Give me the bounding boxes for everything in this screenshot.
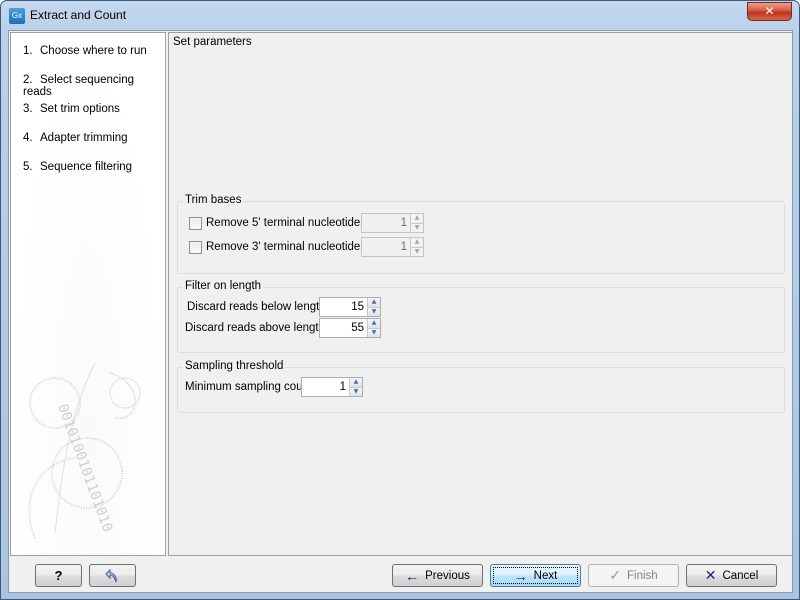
app-icon: Gx [9,8,25,24]
previous-label: Previous [425,569,470,582]
spinner-down-icon[interactable]: ▼ [368,307,380,316]
close-icon: ✕ [764,4,775,18]
step-label: Adapter trimming [40,132,128,144]
step-set-trim-options: 3. Set trim options [23,103,120,115]
step-label: Choose where to run [40,45,147,57]
spinner-value: 1 [400,241,407,253]
remove-5-prime-spinner[interactable]: 1 ▲ ▼ [361,213,424,233]
discard-above-row: Discard reads above length [185,318,325,338]
spinner-value: 55 [351,322,364,334]
cancel-x-icon: ✕ [704,567,717,583]
remove-3-prime-row: Remove 3' terminal nucleotides [189,237,366,257]
step-select-sequencing-reads: 2. Select sequencing reads [23,74,165,98]
discard-below-label: Discard reads below length [187,301,326,313]
undo-arrow-icon [104,568,117,582]
parameters-panel: Set parameters Trim bases Remove 5' term… [168,32,792,556]
discard-below-spinner[interactable]: 15 ▲ ▼ [319,297,381,317]
spinner-value: 1 [400,217,407,229]
min-sampling-count-label: Minimum sampling count [185,381,313,393]
remove-5-prime-checkbox[interactable] [189,216,202,230]
step-label: Set trim options [40,103,120,115]
step-number: 5. [23,161,33,173]
title-bar: Gx Extract and Count ✕ [1,1,799,30]
step-sequence-filtering: 5. Sequence filtering [23,161,132,173]
step-number: 2. [23,74,33,86]
group-title: Sampling threshold [183,360,286,372]
spinner-value: 1 [339,381,346,393]
help-button[interactable]: ? [35,564,82,587]
step-label: Sequence filtering [40,161,133,173]
step-number: 3. [23,103,33,115]
spinner-up-icon[interactable]: ▲ [411,214,423,224]
cancel-label: Cancel [722,569,759,582]
spinner-up-icon[interactable]: ▲ [411,238,423,248]
step-choose-where-to-run: 1. Choose where to run [23,45,147,57]
remove-3-prime-spinner[interactable]: 1 ▲ ▼ [361,237,424,257]
discard-above-label: Discard reads above length [185,322,325,334]
checkmark-icon: ✓ [609,567,622,583]
spinner-down-icon[interactable]: ▼ [411,223,423,232]
min-sampling-count-row: Minimum sampling count [185,377,312,397]
spinner-down-icon[interactable]: ▼ [411,247,423,256]
window-title: Extract and Count [30,8,127,22]
next-button[interactable]: → Next [490,564,581,587]
wizard-steps-panel: 1. Choose where to run 2. Select sequencin… [10,32,166,556]
spinner-up-icon[interactable]: ▲ [368,298,380,308]
help-icon: ? [54,568,63,583]
reset-button[interactable] [89,564,136,587]
decorative-binary-swirl: 0010100101101010 [28,363,141,539]
discard-above-spinner[interactable]: 55 ▲ ▼ [319,318,381,338]
finish-label: Finish [627,569,658,582]
remove-3-prime-label: Remove 3' terminal nucleotides [206,241,367,253]
min-sampling-count-spinner[interactable]: 1 ▲ ▼ [301,377,363,397]
cancel-button[interactable]: ✕ Cancel [686,564,777,587]
step-label: Select sequencing reads [23,74,134,98]
close-button[interactable]: ✕ [747,2,792,21]
page-title: Set parameters [173,36,252,48]
spinner-up-icon[interactable]: ▲ [350,378,362,388]
extract-and-count-dialog: Gx Extract and Count ✕ 1. Choose where to… [0,0,800,600]
spinner-down-icon[interactable]: ▼ [368,328,380,337]
spinner-down-icon[interactable]: ▼ [350,387,362,396]
step-adapter-trimming: 4. Adapter trimming [23,132,128,144]
remove-3-prime-checkbox[interactable] [189,240,202,254]
remove-5-prime-label: Remove 5' terminal nucleotides [206,217,367,229]
group-title: Filter on length [183,280,264,292]
sampling-threshold-group: Sampling threshold Minimum sampling coun… [177,360,785,413]
group-title: Trim bases [183,194,244,206]
trim-bases-group: Trim bases Remove 5' terminal nucleotide… [177,194,785,274]
arrow-left-icon: ← [405,567,420,584]
dialog-client-area: 1. Choose where to run 2. Select sequencin… [8,30,793,593]
spinner-up-icon[interactable]: ▲ [368,319,380,329]
filter-on-length-group: Filter on length Discard reads below len… [177,280,785,353]
focus-ring [493,567,578,584]
discard-below-row: Discard reads below length [187,297,326,317]
remove-5-prime-row: Remove 5' terminal nucleotides [189,213,366,233]
finish-button[interactable]: ✓ Finish [588,564,679,587]
step-number: 4. [23,132,33,144]
step-number: 1. [23,45,33,57]
spinner-value: 15 [351,301,364,313]
previous-button[interactable]: ← Previous [392,564,483,587]
